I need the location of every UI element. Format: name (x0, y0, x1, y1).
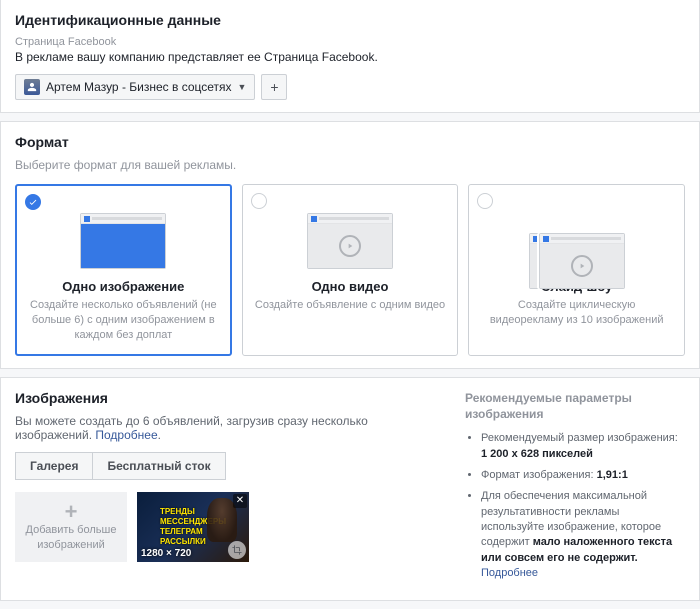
page-selector-label: Артем Мазур - Бизнес в соцсетях (46, 80, 232, 94)
page-selector[interactable]: Артем Мазур - Бизнес в соцсетях ▼ (15, 74, 255, 100)
image-recommendations: Рекомендуемые параметры изображения Реко… (465, 390, 685, 588)
play-icon (571, 255, 593, 277)
format-card-single-image[interactable]: Одно изображение Создайте несколько объя… (15, 184, 232, 356)
plus-icon: + (270, 79, 278, 95)
recs-heading: Рекомендуемые параметры изображения (465, 390, 685, 424)
rec-size: Рекомендуемый размер изображения: 1 200 … (481, 431, 685, 462)
play-icon (339, 235, 361, 257)
crop-icon (232, 545, 242, 555)
page-desc: В рекламе вашу компанию представляет ее … (15, 50, 685, 64)
radio-icon (477, 193, 493, 209)
radio-icon (251, 193, 267, 209)
remove-image-button[interactable]: ✕ (233, 494, 247, 508)
format-card-single-video[interactable]: Одно видео Создайте объявление с одним в… (242, 184, 459, 356)
page-selector-row: Артем Мазур - Бизнес в соцсетях ▼ + (15, 74, 685, 100)
uploaded-image-thumb[interactable]: ТРЕНДЫ МЕССЕНДЖЕРЫ ТЕЛЕГРАМ РАССЫЛКИ 128… (137, 492, 249, 562)
tab-free-stock[interactable]: Бесплатный сток (93, 452, 225, 480)
images-learn-more-link[interactable]: Подробнее (95, 428, 157, 442)
slideshow-thumb (529, 213, 625, 269)
images-section: Изображения Вы можете создать до 6 объяв… (0, 377, 700, 601)
identity-section: Идентификационные данные Страница Facebo… (0, 0, 700, 113)
format-desc: Выберите формат для вашей рекламы. (15, 158, 685, 172)
page-avatar-icon (24, 79, 40, 95)
radio-selected-icon (25, 194, 41, 210)
single-video-thumb (307, 213, 393, 269)
rec-ratio: Формат изображения: 1,91:1 (481, 468, 685, 483)
rec-text-overlay: Для обеспечения максимальной результатив… (481, 489, 685, 581)
card-sub: Создайте циклическую видеорекламу из 10 … (477, 298, 676, 328)
plus-icon: + (65, 501, 78, 523)
identity-title: Идентификационные данные (15, 12, 685, 28)
card-title: Одно видео (251, 279, 450, 294)
image-dimensions: 1280 × 720 (141, 548, 191, 559)
image-source-tabs: Галерея Бесплатный сток (15, 452, 447, 480)
page-label: Страница Facebook (15, 36, 685, 48)
card-title: Одно изображение (24, 279, 223, 294)
card-sub: Создайте несколько объявлений (не больше… (24, 298, 223, 343)
format-section: Формат Выберите формат для вашей рекламы… (0, 121, 700, 369)
format-card-slideshow[interactable]: Слайд-шоу Создайте циклическую видеорекл… (468, 184, 685, 356)
add-page-button[interactable]: + (261, 74, 287, 100)
image-thumbs-row: + Добавить больше изображений ТРЕНДЫ МЕС… (15, 492, 447, 562)
card-sub: Создайте объявление с одним видео (251, 298, 450, 313)
chevron-down-icon: ▼ (238, 82, 247, 92)
images-title: Изображения (15, 390, 447, 406)
recs-learn-more-link[interactable]: Подробнее (481, 567, 538, 579)
format-cards: Одно изображение Создайте несколько объя… (15, 184, 685, 356)
images-left: Изображения Вы можете создать до 6 объяв… (15, 390, 447, 588)
format-title: Формат (15, 134, 685, 150)
crop-image-button[interactable] (228, 541, 246, 559)
tab-gallery[interactable]: Галерея (15, 452, 93, 480)
single-image-thumb (80, 213, 166, 269)
add-more-images-button[interactable]: + Добавить больше изображений (15, 492, 127, 562)
close-icon: ✕ (236, 495, 244, 506)
images-desc: Вы можете создать до 6 объявлений, загру… (15, 414, 447, 442)
